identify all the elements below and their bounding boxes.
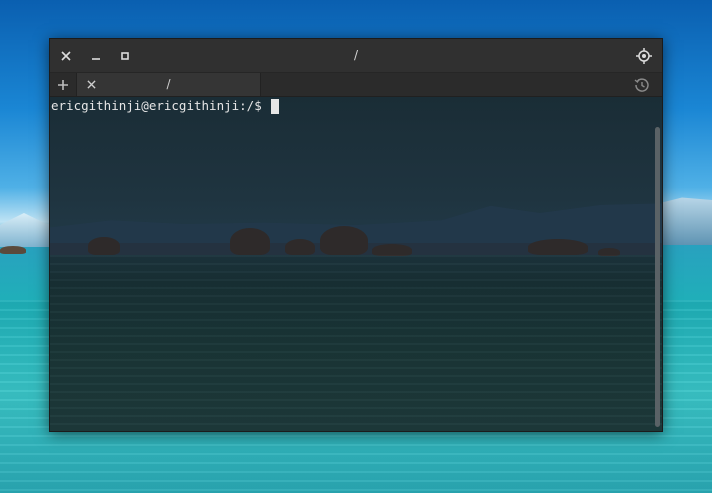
scrollbar[interactable] (655, 127, 660, 427)
minimize-icon (92, 57, 100, 60)
prompt-line: ericgithinji@ericgithinji:/$ (51, 98, 279, 114)
crosshair-menu-icon (636, 47, 652, 64)
maximize-icon (121, 51, 129, 60)
close-window-button[interactable] (54, 39, 78, 72)
titlebar[interactable]: / (50, 39, 662, 73)
new-tab-button[interactable] (50, 73, 77, 96)
terminal-area[interactable]: ericgithinji@ericgithinji:/$ (50, 97, 662, 431)
background-rock (230, 228, 270, 255)
background-rock (528, 239, 588, 255)
tab-title: / (166, 77, 171, 91)
background-water (50, 255, 662, 431)
minimize-window-button[interactable] (84, 39, 108, 72)
history-button[interactable] (630, 73, 654, 96)
tab-root[interactable]: / (77, 73, 261, 96)
shell-prompt: ericgithinji@ericgithinji:/$ (51, 98, 262, 113)
background-rock (88, 237, 120, 255)
close-icon (86, 80, 96, 89)
tab-close-button[interactable] (82, 73, 100, 96)
terminal-window: / / ericgithinji@ericgithinji:/$ (49, 38, 663, 432)
background-rock (285, 239, 315, 255)
text-cursor (270, 98, 279, 114)
wallpaper-rock (0, 246, 26, 254)
plus-icon (58, 79, 68, 90)
history-icon (634, 77, 649, 92)
window-title: / (353, 48, 359, 62)
background-rock (320, 226, 368, 255)
maximize-window-button[interactable] (113, 39, 137, 72)
close-icon (61, 50, 71, 61)
app-menu-button[interactable] (632, 39, 656, 72)
tab-bar: / (50, 73, 662, 97)
